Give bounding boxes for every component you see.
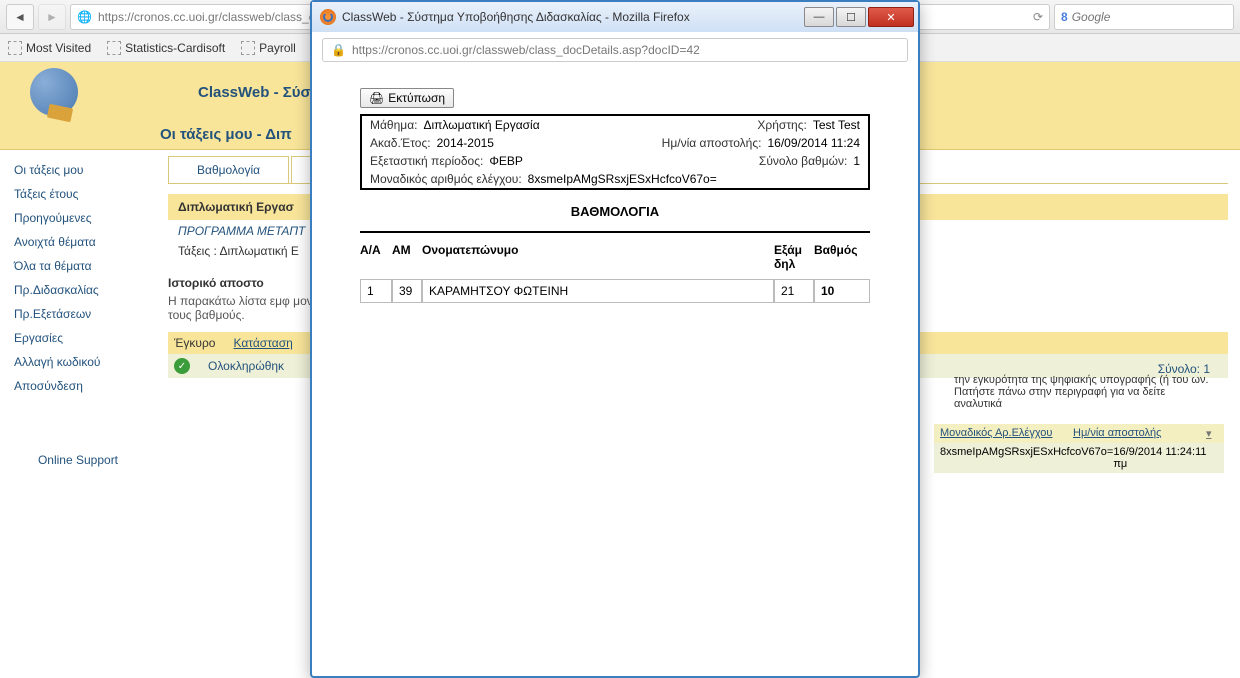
history-status: Ολοκληρώθηκ bbox=[208, 359, 284, 373]
sidebar-item-exams[interactable]: Πρ.Εξετάσεων bbox=[4, 302, 152, 326]
bookmark-most-visited[interactable]: Most Visited bbox=[8, 41, 91, 55]
reload-icon[interactable]: ⟳ bbox=[1033, 10, 1043, 24]
cell-aa: 1 bbox=[360, 279, 392, 303]
sidebar-item-previous[interactable]: Προηγούμενες bbox=[4, 206, 152, 230]
popup-window: ClassWeb - Σύστημα Υποβοήθησης Διδασκαλί… bbox=[310, 0, 920, 678]
bookmark-icon bbox=[241, 41, 255, 55]
search-box[interactable]: 8 bbox=[1054, 4, 1234, 30]
right-table: Μοναδικός Αρ.Ελέγχου Ημ/νία αποστολής ▾ … bbox=[934, 424, 1224, 473]
cell-name: ΚΑΡΑΜΗΤΣΟΥ ΦΩΤΕΙΝΗ bbox=[422, 279, 774, 303]
sidebar-item-year-classes[interactable]: Τάξεις έτους bbox=[4, 182, 152, 206]
sidebar-item-all-topics[interactable]: Όλα τα θέματα bbox=[4, 254, 152, 278]
right-info-text: την εγκυρότητα της ψηφιακής υπογραφής (ή… bbox=[944, 372, 1224, 412]
col-uid[interactable]: Μοναδικός Αρ.Ελέγχου bbox=[940, 427, 1073, 440]
app-logo bbox=[30, 68, 78, 116]
sort-arrow-icon[interactable]: ▾ bbox=[1206, 427, 1218, 440]
grades-heading: ΒΑΘΜΟΛΟΓΙΑ bbox=[360, 190, 870, 227]
sidebar-item-my-classes[interactable]: Οι τάξεις μου bbox=[4, 158, 152, 182]
sidebar-item-logout[interactable]: Αποσύνδεση bbox=[4, 374, 152, 398]
popup-url-bar[interactable]: 🔒 https://cronos.cc.uoi.gr/classweb/clas… bbox=[322, 38, 908, 62]
forward-button[interactable]: ► bbox=[38, 4, 66, 30]
bookmark-statistics[interactable]: Statistics-Cardisoft bbox=[107, 41, 225, 55]
google-icon: 8 bbox=[1061, 10, 1068, 24]
grades-head: A/A AM Ονοματεπώνυμο Εξάμ δηλ Βαθμός bbox=[360, 241, 870, 273]
support-link[interactable]: Online Support bbox=[4, 448, 152, 472]
cell-grade: 10 bbox=[814, 279, 870, 303]
col-date[interactable]: Ημ/νία αποστολής bbox=[1073, 427, 1206, 440]
close-button[interactable]: ✕ bbox=[868, 7, 914, 27]
cell-sem: 21 bbox=[774, 279, 814, 303]
sidebar: Οι τάξεις μου Τάξεις έτους Προηγούμενες … bbox=[0, 150, 156, 480]
sidebar-item-open-topics[interactable]: Ανοιχτά θέματα bbox=[4, 230, 152, 254]
popup-body: 🖨 Εκτύπωση Μάθημα:Διπλωματική Εργασία Χρ… bbox=[312, 68, 918, 323]
valid-check-icon: ✓ bbox=[174, 358, 190, 374]
minimize-button[interactable]: — bbox=[804, 7, 834, 27]
sidebar-item-work[interactable]: Εργασίες bbox=[4, 326, 152, 350]
maximize-button[interactable]: ☐ bbox=[836, 7, 866, 27]
col-status[interactable]: Κατάσταση bbox=[233, 336, 292, 350]
doc-info-box: Μάθημα:Διπλωματική Εργασία Χρήστης:Test … bbox=[360, 114, 870, 190]
bookmark-payroll[interactable]: Payroll bbox=[241, 41, 296, 55]
popup-url: https://cronos.cc.uoi.gr/classweb/class_… bbox=[352, 43, 700, 57]
popup-titlebar[interactable]: ClassWeb - Σύστημα Υποβοήθησης Διδασκαλί… bbox=[312, 2, 918, 32]
print-button[interactable]: 🖨 Εκτύπωση bbox=[360, 88, 454, 108]
sidebar-item-change-password[interactable]: Αλλαγή κωδικού bbox=[4, 350, 152, 374]
right-table-row[interactable]: 8xsmeIpAMgSRsxjESxHcfcoV67o= 16/9/2014 1… bbox=[934, 443, 1224, 473]
back-button[interactable]: ◄ bbox=[6, 4, 34, 30]
search-input[interactable] bbox=[1072, 10, 1229, 24]
firefox-icon bbox=[320, 9, 336, 25]
col-valid[interactable]: Έγκυρο bbox=[174, 336, 215, 350]
popup-title: ClassWeb - Σύστημα Υποβοήθησης Διδασκαλί… bbox=[342, 10, 804, 24]
print-icon: 🖨 bbox=[369, 91, 384, 105]
sidebar-item-teaching[interactable]: Πρ.Διδασκαλίας bbox=[4, 278, 152, 302]
globe-icon: 🌐 bbox=[77, 10, 92, 24]
tab-grades[interactable]: Βαθμολογία bbox=[168, 156, 289, 183]
bookmark-icon bbox=[107, 41, 121, 55]
cell-am: 39 bbox=[392, 279, 422, 303]
lock-icon: 🔒 bbox=[331, 43, 346, 57]
grades-row: 1 39 ΚΑΡΑΜΗΤΣΟΥ ΦΩΤΕΙΝΗ 21 10 bbox=[360, 279, 870, 303]
bookmark-icon bbox=[8, 41, 22, 55]
